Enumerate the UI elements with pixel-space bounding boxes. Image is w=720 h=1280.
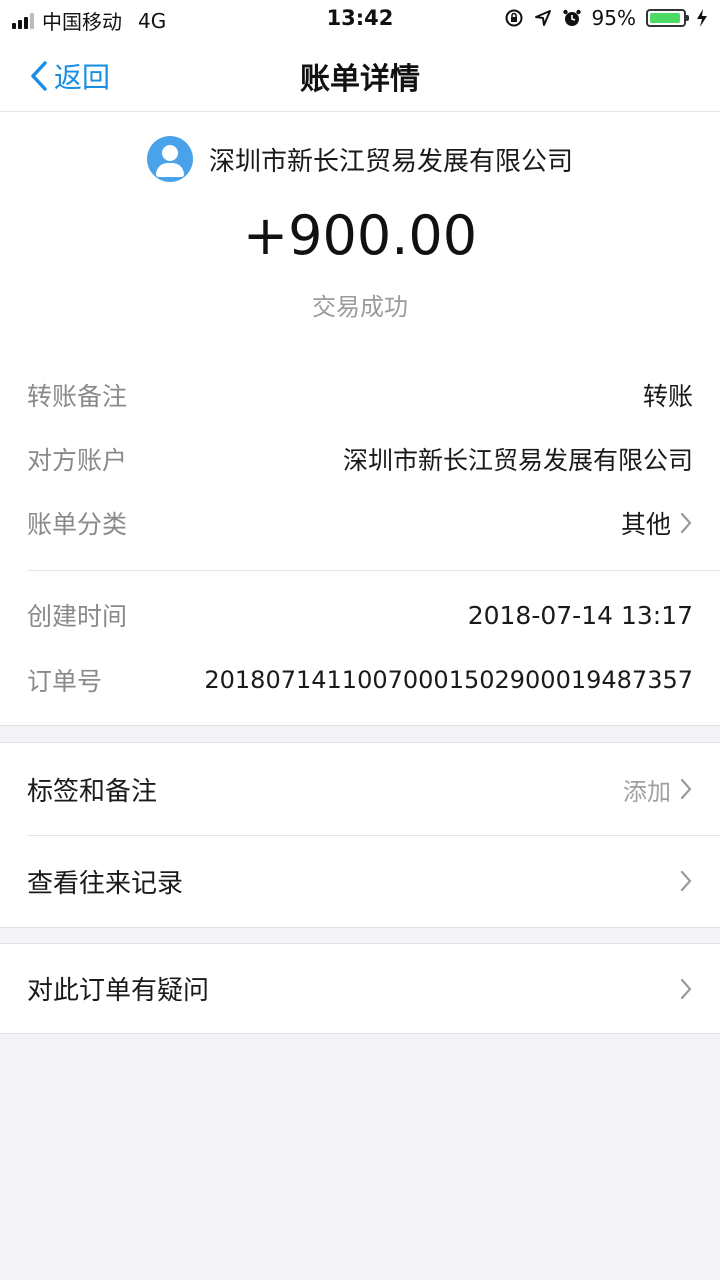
battery-fill (650, 13, 680, 23)
transaction-detail-card: 深圳市新长江贸易发展有限公司 +900.00 交易成功 转账备注 转账 对方账户… (0, 112, 720, 726)
detail-value: 转账 (642, 382, 693, 411)
detail-row-category[interactable]: 账单分类 其他 (27, 503, 693, 543)
detail-label: 对方账户 (27, 446, 128, 475)
rotation-lock-icon (505, 9, 523, 27)
actions-section: 标签和备注 添加 查看往来记录 (0, 742, 720, 928)
detail-value: 20180714110070001502900019487357 (204, 666, 693, 694)
detail-value: 深圳市新长江贸易发展有限公司 (342, 446, 693, 475)
tags-add-label: 添加 (623, 777, 671, 806)
transaction-amount: +900.00 (242, 204, 478, 267)
question-section: 对此订单有疑问 (0, 943, 720, 1034)
order-question-label: 对此订单有疑问 (27, 976, 210, 1006)
chevron-right-icon (680, 778, 692, 800)
page-title: 账单详情 (300, 62, 420, 97)
chevron-right-icon (680, 870, 692, 892)
detail-row-counterparty: 对方账户 深圳市新长江贸易发展有限公司 (27, 439, 693, 479)
charging-icon (697, 9, 707, 27)
battery-icon (646, 9, 689, 27)
view-history-right (671, 870, 693, 892)
tags-notes-item[interactable]: 标签和备注 添加 (0, 743, 720, 835)
detail-row-order-number: 订单号 20180714110070001502900019487357 (27, 660, 693, 700)
detail-row-remark: 转账备注 转账 (27, 375, 693, 415)
user-icon (146, 136, 193, 182)
view-history-item[interactable]: 查看往来记录 (0, 835, 720, 927)
chevron-right-icon (680, 978, 692, 999)
status-bar: 中国移动 4G 13:42 95% (0, 0, 720, 36)
detail-row-created-time: 创建时间 2018-07-14 13:17 (27, 595, 693, 635)
navigation-bar: 返回 账单详情 (0, 36, 720, 112)
order-question-item[interactable]: 对此订单有疑问 (0, 944, 720, 1033)
tags-notes-label: 标签和备注 (27, 776, 158, 807)
detail-label: 转账备注 (27, 382, 128, 411)
status-right: 95% (504, 6, 708, 30)
order-question-right (671, 978, 693, 1000)
view-history-label: 查看往来记录 (27, 868, 184, 899)
battery-percent: 95% (591, 6, 636, 30)
detail-value: 2018-07-14 13:17 (467, 600, 693, 630)
tags-notes-right: 添加 (623, 772, 693, 807)
transaction-status: 交易成功 (312, 293, 408, 321)
merchant-header: 深圳市新长江贸易发展有限公司 (0, 136, 720, 182)
detail-value: 其他 (620, 510, 671, 539)
detail-label: 账单分类 (27, 510, 128, 539)
chevron-right-icon (680, 512, 692, 534)
merchant-name: 深圳市新长江贸易发展有限公司 (208, 146, 573, 177)
category-value-wrap: 其他 (621, 505, 693, 541)
alarm-icon (562, 9, 581, 26)
location-icon (534, 10, 551, 26)
detail-label: 创建时间 (27, 602, 128, 631)
divider (27, 570, 720, 571)
detail-label: 订单号 (27, 667, 103, 696)
